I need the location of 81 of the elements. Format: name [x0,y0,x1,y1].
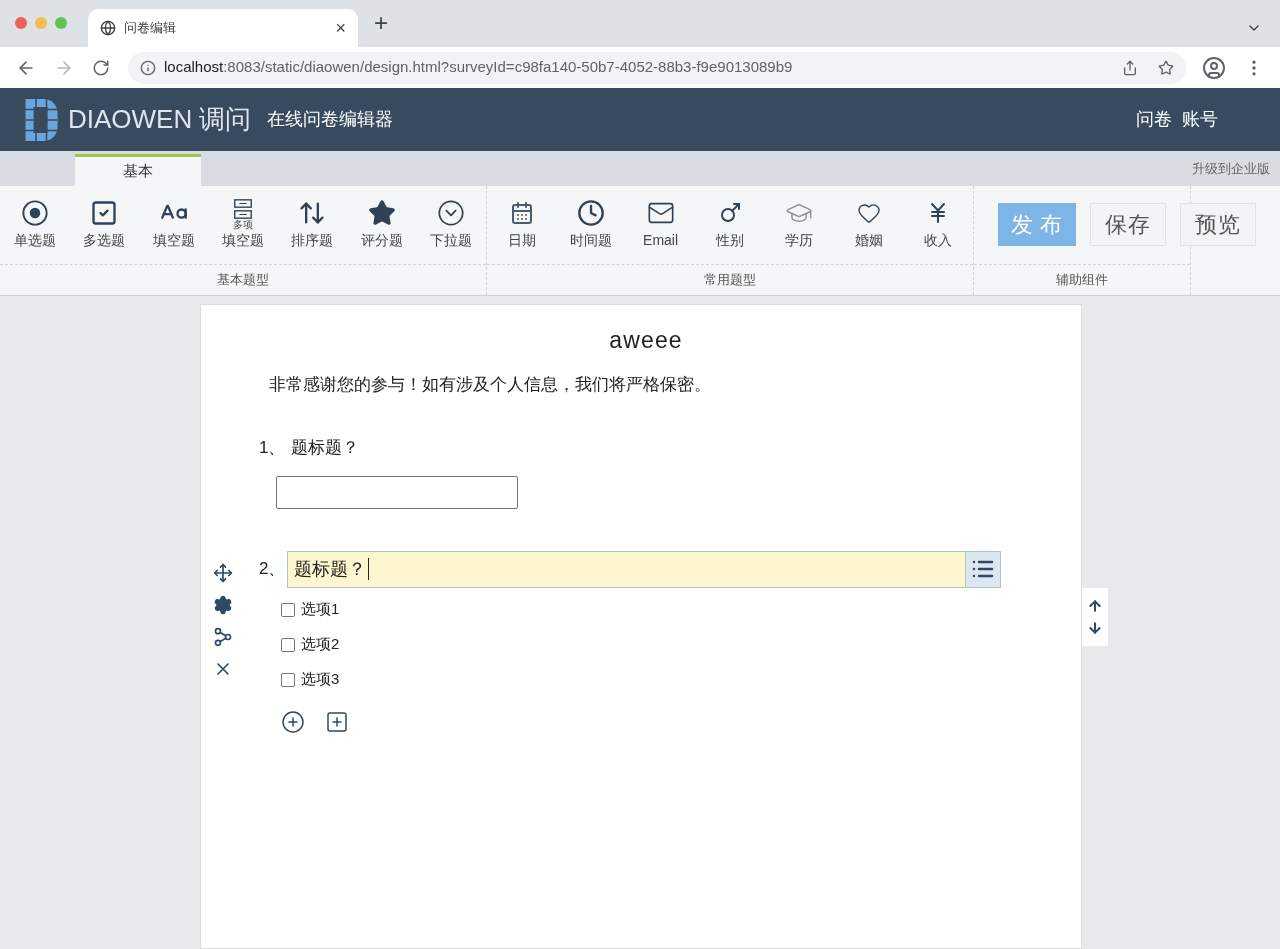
tool-button[interactable]: 单选题 [0,198,70,251]
question-number: 1、 [259,437,287,459]
tool-button[interactable]: 时间题 [556,198,626,251]
options-list-button[interactable] [965,551,1000,587]
group-label: 基本题型 [216,271,270,290]
tab-close-button[interactable]: × [335,14,346,42]
calendar-icon [509,201,534,225]
star-icon [367,199,396,227]
tool-label: 时间题 [570,231,613,250]
checkbox-icon [90,199,119,227]
group-label: 辅助组件 [1055,271,1109,290]
option-label: 选项1 [301,599,340,620]
logo-icon [25,98,58,141]
info-icon [140,59,156,76]
tool-button[interactable]: 收入 [903,198,973,251]
tool-button[interactable]: Email [625,198,696,251]
logo-text: DIAOWEN 调问 [68,103,252,136]
tool-label: 排序题 [291,231,334,250]
settings-icon[interactable] [213,594,233,615]
globe-icon [100,20,116,36]
new-tab-button[interactable]: + [374,5,388,41]
tool-button[interactable]: 多项 填空题 [208,198,278,251]
option-checkbox[interactable] [281,637,295,652]
profile-icon[interactable] [1202,55,1226,80]
move-down-icon[interactable] [1087,620,1103,636]
radio-icon [20,199,49,227]
tool-label: 下拉题 [430,231,473,250]
heart-icon [856,201,881,225]
question-title-field[interactable]: 题标题？ [287,550,1001,588]
tool-label: 评分题 [360,231,403,250]
upgrade-link[interactable]: 升级到企业版 [1192,158,1270,179]
move-icon[interactable] [213,562,233,583]
browser-tab[interactable]: 问卷编辑 × [88,9,358,47]
tool-button[interactable]: 填空题 [138,198,209,251]
tool-button[interactable]: 排序题 [277,198,348,251]
tool-label: Email [643,231,679,250]
share-icon[interactable] [213,626,233,647]
batch-add-icon[interactable] [325,709,349,734]
question-title: 题标题？ [291,437,359,459]
tool-button[interactable]: 多选题 [69,198,139,251]
url-text: localhost:8083/static/diaowen/design.html?surveyId=c98fa140-50b7-4052-88b3-f9e9013089b9 [164,57,794,78]
tab-title: 问卷编辑 [124,19,177,38]
option-label: 选项3 [301,669,340,690]
tool-label: 单选题 [13,231,56,250]
option-label: 选项2 [301,634,340,655]
tool-button[interactable]: 婚姻 [834,198,904,251]
reload-icon[interactable] [92,58,110,77]
tool-label: 填空题 [152,231,195,250]
tool-label: 性别 [715,231,744,250]
question-number: 2、 [259,558,287,581]
option-checkbox[interactable] [281,602,295,617]
tool-button[interactable]: 性别 [695,198,765,251]
add-option-icon[interactable] [281,709,305,734]
tool-label: 学历 [785,231,814,250]
tool-button[interactable]: 下拉题 [416,198,486,251]
tool-label: 婚姻 [854,231,883,250]
answer-field[interactable] [276,475,518,509]
tool-button[interactable]: 评分题 [347,198,417,251]
bookmark-icon[interactable] [1158,59,1174,76]
tool-label: 收入 [924,231,953,250]
survey-intro: 非常感谢您的参与！如有涉及个人信息，我们将严格保密。 [269,373,712,396]
tool-button[interactable]: 学历 [764,198,835,251]
tool-button[interactable]: 日期 [487,198,557,251]
clock-icon [577,199,606,227]
dropdown-icon [437,199,466,227]
share-icon[interactable] [1122,59,1138,76]
survey-title: aweee [608,326,684,355]
address-field[interactable]: localhost:8083/static/diaowen/design.html?surveyId=c98fa140-50b7-4052-88b3-f9e9013089b9 [128,51,1186,84]
group-label: 常用题型 [703,271,757,290]
tool-label: 多选题 [83,231,126,250]
action-button[interactable]: 保存 [1090,203,1166,246]
move-up-icon[interactable] [1087,598,1103,614]
close-window-icon[interactable] [15,17,27,29]
tool-note: 多项 [232,220,253,230]
nav-link[interactable]: 账号 [1182,106,1218,133]
tool-label: 日期 [507,231,536,250]
action-button[interactable]: 预览 [1180,203,1256,246]
app-subtitle: 在线问卷编辑器 [267,108,394,131]
nav-link[interactable]: 问卷 [1136,106,1172,133]
option-checkbox[interactable] [281,672,295,687]
ribbon-tab[interactable]: 基本 [75,154,201,186]
